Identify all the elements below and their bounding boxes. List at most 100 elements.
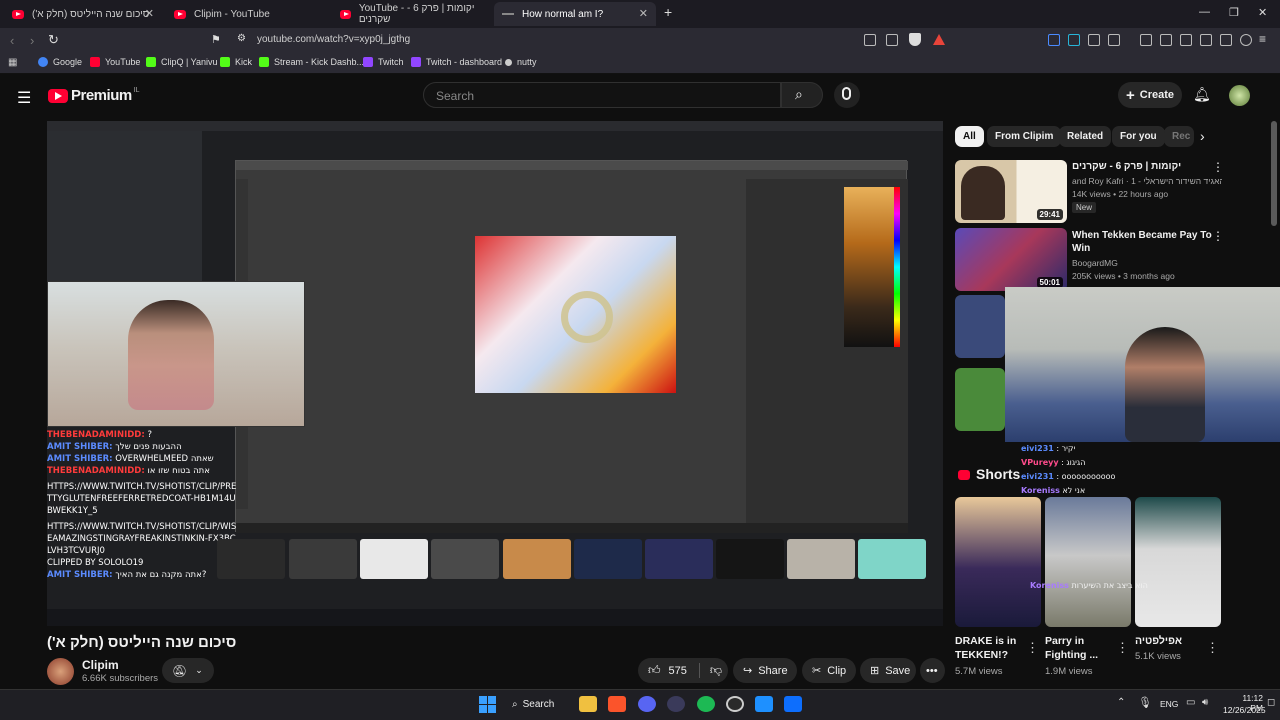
clock-date[interactable]: 12/26/2025: [1223, 705, 1266, 715]
bookmark-twitch-dashboard[interactable]: Twitch - dashboard: [411, 57, 502, 67]
scrollbar-thumb[interactable]: [1271, 121, 1277, 226]
sidebar-icon[interactable]: [1180, 34, 1192, 46]
minimize-icon[interactable]: —: [1199, 6, 1210, 18]
close-icon[interactable]: ✕: [145, 7, 154, 20]
app-icon[interactable]: [755, 696, 773, 712]
chip-from-channel[interactable]: From Clipim: [987, 126, 1062, 147]
voice-search-button[interactable]: [834, 82, 860, 108]
extension-icon[interactable]: [1068, 34, 1080, 46]
new-tab-icon[interactable]: +: [664, 4, 672, 20]
create-button[interactable]: + Create: [1118, 82, 1182, 108]
discord-icon[interactable]: [638, 696, 656, 712]
chip-all[interactable]: All: [955, 126, 984, 147]
chevron-up-icon[interactable]: ⌃: [1117, 697, 1125, 708]
video-player[interactable]: THEBENADAMINIDD: ? AMIT SHIBER: ההבעות פ…: [47, 121, 943, 626]
brave-rewards-icon[interactable]: [933, 34, 945, 45]
extension-icon[interactable]: [1048, 34, 1060, 46]
microphone-icon[interactable]: 🎙︎: [1138, 696, 1152, 709]
more-actions-button[interactable]: •••: [920, 658, 945, 683]
save-button[interactable]: ⊞ Save: [860, 658, 916, 683]
shield-icon[interactable]: [909, 33, 921, 46]
tab-1[interactable]: סיכום שנה הייליטס (חלק א') ✕: [4, 2, 162, 26]
close-icon[interactable]: ✕: [639, 7, 648, 20]
short-thumbnail[interactable]: [1045, 497, 1131, 627]
subscribed-button[interactable]: 🔕︎ ⌄: [162, 658, 214, 683]
apps-icon[interactable]: ▦: [8, 57, 17, 68]
bookmark-twitch[interactable]: Twitch: [363, 57, 404, 67]
network-icon[interactable]: ▭: [1186, 697, 1195, 708]
search-input[interactable]: Search: [423, 82, 781, 108]
search-button[interactable]: ⌕: [781, 82, 823, 108]
more-vert-icon[interactable]: ⋮: [1212, 160, 1224, 174]
tab-2[interactable]: Clipim - YouTube: [166, 2, 332, 26]
file-explorer-icon[interactable]: [579, 696, 597, 712]
related-video-title[interactable]: When Tekken Became Pay To Win: [1072, 229, 1222, 255]
more-vert-icon[interactable]: ⋮: [1026, 640, 1039, 656]
short-thumbnail[interactable]: [955, 497, 1041, 627]
short-thumbnail[interactable]: [1135, 497, 1221, 627]
short-title[interactable]: אפילפטיה: [1135, 634, 1205, 648]
bookmark-icon[interactable]: ⚑: [211, 33, 221, 46]
related-video-thumbnail[interactable]: 50:01: [955, 228, 1067, 291]
channel-name[interactable]: Clipim: [82, 658, 119, 672]
more-vert-icon[interactable]: ⋮: [1206, 640, 1219, 656]
bookmark-kick[interactable]: Kick: [220, 57, 252, 67]
bookmark-youtube[interactable]: YouTube: [90, 57, 140, 67]
notifications-bell-icon[interactable]: 🔔︎: [1193, 86, 1211, 103]
wallet-icon[interactable]: [1200, 34, 1212, 46]
address-bar[interactable]: youtube.com/watch?v=xyp0j_jgthg: [257, 34, 410, 45]
short-title[interactable]: DRAKE is in TEKKEN!?: [955, 634, 1025, 662]
brave-browser-icon[interactable]: [608, 696, 626, 712]
media-icon[interactable]: [1160, 34, 1172, 46]
reload-icon[interactable]: ↻: [48, 32, 59, 48]
share-button[interactable]: ↪ Share: [733, 658, 797, 683]
cast-icon[interactable]: [864, 34, 876, 46]
chip-recent[interactable]: Rec: [1164, 126, 1194, 147]
dislike-icon[interactable]: 👎︎: [698, 663, 722, 678]
more-vert-icon[interactable]: ⋮: [1212, 229, 1224, 243]
tab-3[interactable]: YouTube - יקומות | פרק 6 - שקרנים: [332, 2, 494, 26]
bookmark-google[interactable]: Google: [38, 57, 82, 67]
clip-button[interactable]: ✂ Clip: [802, 658, 856, 683]
app-icon[interactable]: [784, 696, 802, 712]
avatar[interactable]: [1229, 85, 1250, 106]
taskbar-search[interactable]: ⌕ Search: [512, 696, 570, 713]
channel-avatar[interactable]: [47, 658, 74, 685]
obs-icon[interactable]: [667, 696, 685, 712]
extension-icon[interactable]: [1108, 34, 1120, 46]
back-icon[interactable]: ‹: [10, 33, 14, 48]
related-video-channel[interactable]: BoogardMG: [1072, 257, 1222, 269]
related-video-thumbnail[interactable]: [955, 295, 1005, 358]
hamburger-menu-icon[interactable]: ☰: [17, 88, 31, 108]
spotify-icon[interactable]: [697, 696, 715, 712]
related-video-title[interactable]: יקומות | פרק 6 - שקרנים: [1072, 160, 1222, 173]
like-icon[interactable]: 👍︎: [648, 663, 661, 678]
short-title[interactable]: Parry in Fighting ...: [1045, 634, 1115, 662]
related-video-channel[interactable]: and Roy Kafri · האגיד השידור הישראלי - 1…: [1072, 175, 1222, 187]
maximize-icon[interactable]: ❐: [1229, 6, 1239, 19]
ai-icon[interactable]: [1220, 34, 1232, 46]
chip-related[interactable]: Related: [1059, 126, 1112, 147]
bookmark-clipq[interactable]: ClipQ | Yanivu: [146, 57, 218, 67]
download-icon[interactable]: [1140, 34, 1152, 46]
youtube-premium-logo[interactable]: Premium IL: [48, 87, 140, 104]
vpn-icon[interactable]: [1240, 34, 1252, 46]
related-video-thumbnail[interactable]: 29:41: [955, 160, 1067, 223]
forward-icon[interactable]: ›: [30, 33, 34, 48]
site-settings-icon[interactable]: ⚙: [237, 33, 246, 44]
related-video-thumbnail[interactable]: [955, 368, 1005, 431]
bookmark-nutty[interactable]: nutty: [505, 57, 537, 67]
share-page-icon[interactable]: [886, 34, 898, 46]
tab-4-active[interactable]: How normal am I? ✕: [494, 2, 656, 26]
puzzle-icon[interactable]: [1088, 34, 1100, 46]
windows-start-icon[interactable]: [479, 696, 496, 713]
menu-icon[interactable]: ≡: [1259, 32, 1266, 46]
notification-icon[interactable]: ◻: [1267, 697, 1275, 708]
window-close-icon[interactable]: ✕: [1258, 6, 1267, 19]
chevron-right-icon[interactable]: ›: [1200, 128, 1205, 144]
like-count[interactable]: 575: [669, 665, 687, 677]
bookmark-stream-kick[interactable]: Stream - Kick Dashb...: [259, 57, 364, 67]
more-vert-icon[interactable]: ⋮: [1116, 640, 1129, 656]
language-indicator[interactable]: ENG: [1160, 699, 1178, 709]
volume-icon[interactable]: 🔊︎: [1202, 697, 1208, 708]
